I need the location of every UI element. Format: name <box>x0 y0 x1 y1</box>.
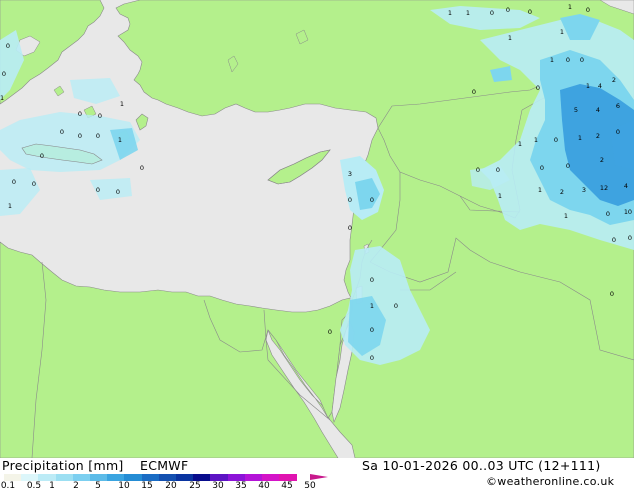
scale-swatch <box>279 474 297 481</box>
grid-value: 0 <box>628 208 632 216</box>
scale-arrow-icon <box>310 474 328 480</box>
grid-value: 2 <box>596 132 600 140</box>
map-canvas: 1 1 0 0 01 0111 0 01 425 4 61 0 1 2 021 2 3 12 41 0 10010 000… <box>0 0 634 458</box>
scale-swatch <box>176 474 194 481</box>
grid-value: 0 <box>580 56 584 64</box>
grid-value: 1 <box>466 9 470 17</box>
grid-value: 1 <box>0 94 4 102</box>
legend-footer: Precipitation [mm] ECMWF Sa 10-01-2026 0… <box>0 458 634 491</box>
grid-value: 0 <box>528 8 532 16</box>
model-name: ECMWF <box>140 458 189 473</box>
weather-map-view: 1 1 0 0 0 1 0 1 1 1 0 0 1 4 2 5 4 6 1 0 1 2 0 2 1 2 3 12 4 1 0 1 0 0 1 0 0 0 0… <box>0 0 634 491</box>
scale-swatch <box>90 474 108 481</box>
forecast-datetime: Sa 10-01-2026 00..03 UTC (12+111) <box>362 458 601 473</box>
grid-value: 2 <box>560 188 564 196</box>
grid-value: 0 <box>32 180 36 188</box>
grid-value: 5 <box>574 106 578 114</box>
grid-value: 0 <box>78 132 82 140</box>
grid-value: 0 <box>612 236 616 244</box>
grid-value: 1 <box>564 212 568 220</box>
scale-swatch <box>158 474 177 481</box>
grid-value: 1 <box>538 186 542 194</box>
legend-title: Precipitation [mm] <box>2 458 124 473</box>
grid-value: 1 <box>118 136 122 144</box>
grid-value: 1 <box>448 9 452 17</box>
grid-value: 1 <box>586 82 590 90</box>
scale-swatch <box>244 474 263 481</box>
scale-swatch <box>72 474 91 481</box>
grid-value: 0 <box>370 196 374 204</box>
grid-value: 4 <box>596 106 600 114</box>
grid-value: 0 <box>40 152 44 160</box>
grid-value: 0 <box>586 6 590 14</box>
color-scale <box>4 474 297 481</box>
grid-value: 0 <box>96 132 100 140</box>
grid-value: 0 <box>566 162 570 170</box>
grid-value: 1 <box>8 202 12 210</box>
grid-value: 0 <box>78 110 82 118</box>
grid-value: 6 <box>616 102 620 110</box>
grid-value: 3 <box>348 170 352 178</box>
grid-value: 3 <box>582 186 586 194</box>
credit-link[interactable]: ©weatheronline.co.uk <box>486 475 614 488</box>
grid-value: 0 <box>116 188 120 196</box>
grid-value: 0 <box>140 164 144 172</box>
precipitation-map: 1 1 0 0 0 1 0 1 1 1 0 0 1 4 2 5 4 6 1 0 1 2 0 2 1 2 3 12 4 1 0 1 0 0 1 0 0 0 0… <box>0 0 634 458</box>
scale-swatch <box>38 474 56 481</box>
scale-swatch <box>227 474 246 481</box>
grid-value: 0 <box>394 302 398 310</box>
grid-value: 1 <box>120 100 124 108</box>
grid-value: 1 <box>508 34 512 42</box>
grid-value: 0 <box>60 128 64 136</box>
grid-value: 0 <box>540 164 544 172</box>
grid-value: 0 <box>370 276 374 284</box>
grid-value: 0 <box>536 84 540 92</box>
scale-swatch <box>4 474 22 481</box>
scale-swatch <box>107 474 125 481</box>
grid-value: 0 <box>348 224 352 232</box>
grid-value: 0 <box>328 328 332 336</box>
grid-value: 0 <box>370 326 374 334</box>
grid-value: 0 <box>490 9 494 17</box>
grid-value: 0 <box>2 70 6 78</box>
grid-value: 1 <box>578 134 582 142</box>
scale-swatch <box>21 474 39 481</box>
grid-value: 0 <box>96 186 100 194</box>
grid-value: 12 <box>600 184 608 192</box>
grid-value: 0 <box>12 178 16 186</box>
grid-value: 0 <box>370 354 374 362</box>
grid-value: 0 <box>476 166 480 174</box>
grid-value: 1 <box>498 192 502 200</box>
scale-swatch <box>210 474 228 481</box>
scale-swatch <box>193 474 211 481</box>
grid-value: 4 <box>598 82 602 90</box>
grid-value: 0 <box>554 136 558 144</box>
grid-value: 1 <box>550 56 554 64</box>
grid-value: 0 <box>610 290 614 298</box>
grid-value: 2 <box>612 76 616 84</box>
scale-swatch <box>124 474 142 481</box>
grid-value: 1 <box>370 302 374 310</box>
grid-value: 0 <box>496 166 500 174</box>
grid-value: 1 <box>534 136 538 144</box>
scale-swatch <box>262 474 280 481</box>
grid-value: 0 <box>616 128 620 136</box>
grid-value: 1 <box>560 28 564 36</box>
grid-value: 1 <box>518 140 522 148</box>
grid-value: 0 <box>6 42 10 50</box>
grid-value: 4 <box>624 182 628 190</box>
grid-value: 0 <box>98 112 102 120</box>
grid-value: 1 <box>568 3 572 11</box>
grid-value: 0 <box>472 88 476 96</box>
grid-value: 0 <box>506 6 510 14</box>
scale-swatch <box>141 474 160 481</box>
grid-value: 2 <box>600 156 604 164</box>
grid-value: 0 <box>628 234 632 242</box>
grid-value: 0 <box>606 210 610 218</box>
grid-value: 0 <box>348 196 352 204</box>
grid-value: 0 <box>566 56 570 64</box>
scale-swatch <box>55 474 74 481</box>
